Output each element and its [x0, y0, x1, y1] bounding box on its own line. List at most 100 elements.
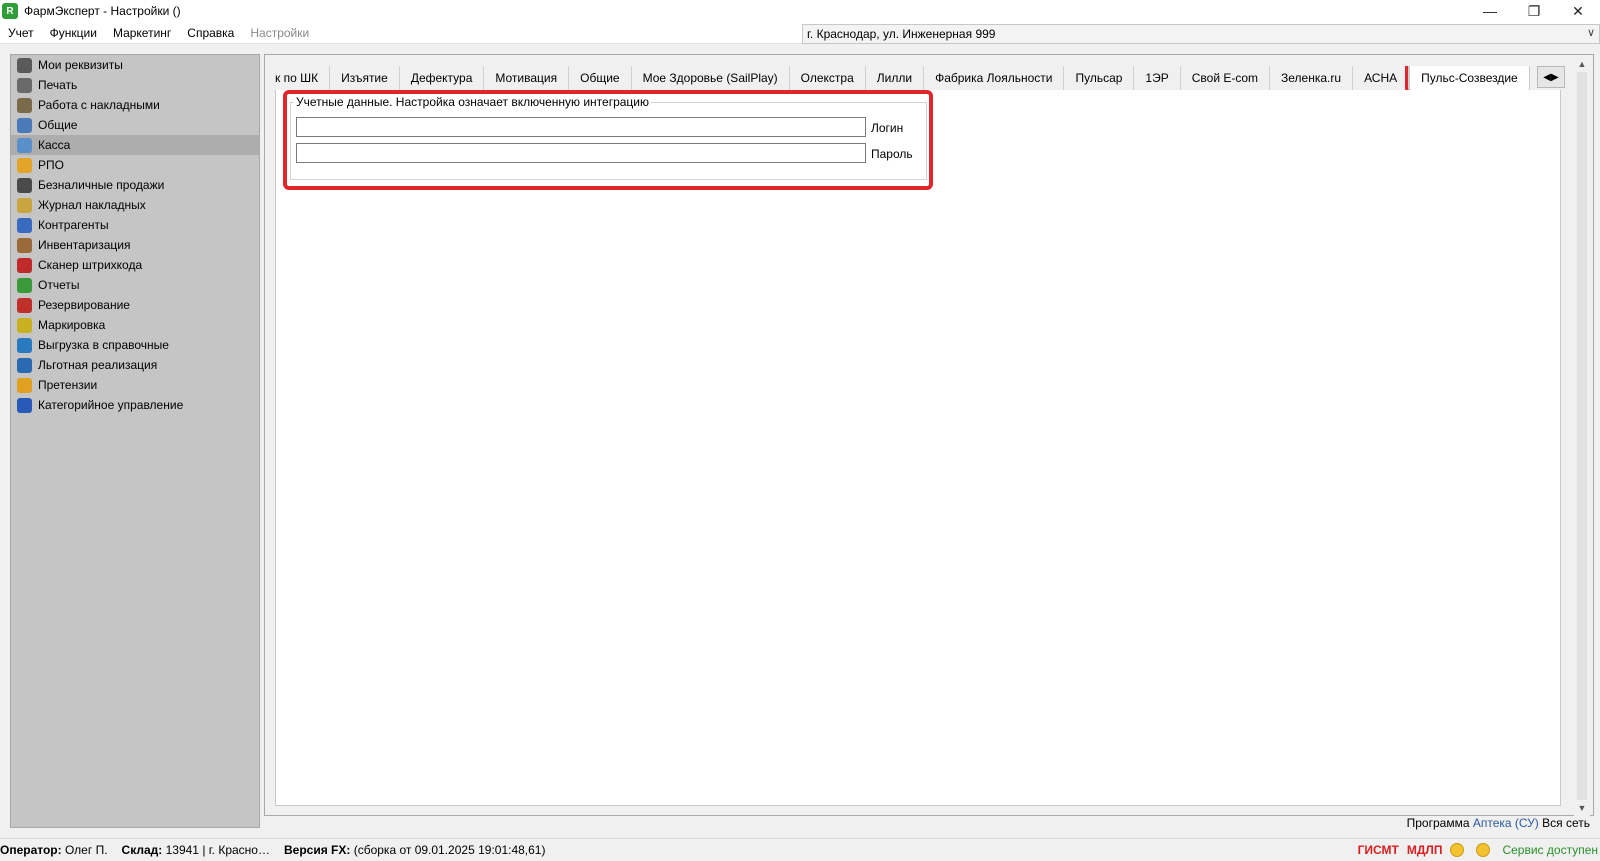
window-controls: — ❐ ✕: [1468, 0, 1600, 22]
warehouse-value: 13941 | г. Красно…: [165, 842, 270, 857]
tab[interactable]: Фабрика Лояльности: [924, 66, 1065, 90]
close-button[interactable]: ✕: [1556, 0, 1600, 22]
vertical-scrollbar[interactable]: ▲ ▼: [1574, 56, 1590, 816]
operator-segment: Оператор: Олег П.: [0, 843, 108, 857]
sidebar-item-label: РПО: [38, 158, 64, 172]
sidebar-item-label: Контрагенты: [38, 218, 109, 232]
category-icon: [17, 397, 32, 413]
tab[interactable]: к по ШК: [275, 66, 331, 90]
journal-icon: [17, 197, 32, 213]
version-value: (сборка от 09.01.2025 19:01:48,61): [353, 842, 546, 857]
barcode-icon: [17, 257, 32, 273]
sidebar-item[interactable]: Претензии: [11, 375, 259, 395]
tab[interactable]: Свой E-com: [1180, 66, 1271, 90]
user-icon: [17, 57, 32, 73]
minimize-button[interactable]: —: [1468, 0, 1512, 22]
sidebar-item-label: Маркировка: [38, 318, 106, 332]
sidebar-item[interactable]: Льготная реализация: [11, 355, 259, 375]
program-link[interactable]: Аптека (СУ): [1473, 816, 1539, 830]
reports-icon: [17, 277, 32, 293]
app-logo-icon: R: [2, 3, 18, 19]
sidebar-item[interactable]: Работа с накладными: [11, 95, 259, 115]
tab[interactable]: Мотивация: [484, 66, 570, 90]
sidebar-item[interactable]: Мои реквизиты: [11, 55, 259, 75]
sidebar-item-label: Печать: [38, 78, 78, 92]
printer-icon: [17, 77, 32, 93]
card-payment-icon: [17, 177, 32, 193]
version-segment: Версия FX: (сборка от 09.01.2025 19:01:4…: [284, 843, 546, 857]
sidebar-item[interactable]: Резервирование: [11, 295, 259, 315]
contractors-icon: [17, 217, 32, 233]
sidebar-item[interactable]: РПО: [11, 155, 259, 175]
menu-functions[interactable]: Функции: [42, 22, 105, 44]
sidebar-item[interactable]: Касса: [11, 135, 259, 155]
chevron-down-icon: ∨: [1586, 27, 1595, 39]
claims-icon: [17, 377, 32, 393]
tab[interactable]: Зеленка.ru: [1270, 66, 1354, 90]
scroll-track[interactable]: [1577, 72, 1587, 800]
tab[interactable]: Изъятие: [330, 66, 400, 90]
window-title: ФармЭксперт - Настройки (): [24, 4, 181, 18]
menu-settings[interactable]: Настройки: [242, 22, 317, 44]
sidebar-item[interactable]: Выгрузка в справочные: [11, 335, 259, 355]
sidebar-item[interactable]: Печать: [11, 75, 259, 95]
location-value: г. Краснодар, ул. Инженерная 999: [807, 27, 996, 41]
tab[interactable]: АСНА: [1353, 66, 1410, 90]
tab-strip: к по ШК Изъятие Дефектура Мотивация Общие Мое…: [275, 66, 1564, 90]
sidebar-item-label: Выгрузка в справочные: [38, 338, 169, 352]
sidebar-item[interactable]: Маркировка: [11, 315, 259, 335]
tab[interactable]: Мое Здоровье (SailPlay): [631, 66, 790, 90]
menu-marketing[interactable]: Маркетинг: [105, 22, 179, 44]
sidebar-item[interactable]: Журнал накладных: [11, 195, 259, 215]
sidebar-item-label: Категорийное управление: [38, 398, 184, 412]
sidebar-item-label: Инвентаризация: [38, 238, 131, 252]
program-info: Программа Аптека (СУ) Вся сеть: [1407, 816, 1590, 830]
tab-scroll-arrows-icon[interactable]: ◀▶: [1537, 66, 1565, 88]
sidebar-item[interactable]: Сканер штрихкода: [11, 255, 259, 275]
sidebar-item[interactable]: Категорийное управление: [11, 395, 259, 415]
tab[interactable]: Дефектура: [399, 66, 485, 90]
sidebar-item-label: Отчеты: [38, 278, 80, 292]
reservation-icon: [17, 297, 32, 313]
upload-icon: [17, 337, 32, 353]
sidebar-item-label: Безналичные продажи: [38, 178, 165, 192]
sidebar-item[interactable]: Инвентаризация: [11, 235, 259, 255]
marking-icon: [17, 317, 32, 333]
coin-icon: [1450, 843, 1465, 857]
tab[interactable]: Олекстра: [789, 66, 866, 90]
sidebar-item[interactable]: Контрагенты: [11, 215, 259, 235]
location-dropdown[interactable]: г. Краснодар, ул. Инженерная 999 ∨: [802, 24, 1600, 44]
sidebar-item-label: Мои реквизиты: [38, 58, 123, 72]
cash-register-icon: [17, 137, 32, 153]
sidebar-item-label: Касса: [38, 138, 71, 152]
restore-button[interactable]: ❐: [1512, 0, 1556, 22]
menu-help[interactable]: Справка: [179, 22, 242, 44]
scroll-down-icon[interactable]: ▼: [1574, 800, 1590, 816]
sidebar-item-label: Работа с накладными: [38, 98, 160, 112]
tab[interactable]: Пульс-Созвездие: [1405, 66, 1534, 90]
tab-content-area: [275, 89, 1561, 806]
sidebar-item[interactable]: Общие: [11, 115, 259, 135]
tab[interactable]: Общие: [569, 66, 632, 90]
documents-icon: [17, 97, 32, 113]
tab[interactable]: 1ЭР: [1134, 66, 1181, 90]
inventory-icon: [17, 237, 32, 253]
tab[interactable]: Пульсар: [1064, 66, 1135, 90]
benefit-icon: [17, 357, 32, 373]
tab[interactable]: Лилли: [865, 66, 925, 90]
sidebar-item-label: Общие: [38, 118, 78, 132]
program-scope: Вся сеть: [1542, 816, 1590, 830]
sidebar-item-label: Льготная реализация: [38, 358, 158, 372]
sidebar-item[interactable]: Отчеты: [11, 275, 259, 295]
menu-uchet[interactable]: Учет: [0, 22, 42, 44]
coin-icon: [1476, 843, 1491, 857]
warehouse-key: Склад:: [121, 842, 163, 857]
sidebar-item[interactable]: Безналичные продажи: [11, 175, 259, 195]
gismt-status[interactable]: ГИСМТ: [1358, 843, 1399, 857]
scroll-up-icon[interactable]: ▲: [1574, 56, 1590, 72]
mdlp-status[interactable]: МДЛП: [1407, 843, 1443, 857]
sidebar-item-label: Претензии: [38, 378, 98, 392]
operator-value: Олег П.: [64, 842, 108, 857]
rpo-icon: [17, 157, 32, 173]
status-bar: Оператор: Олег П. Склад: 13941 | г. Крас…: [0, 838, 1600, 860]
